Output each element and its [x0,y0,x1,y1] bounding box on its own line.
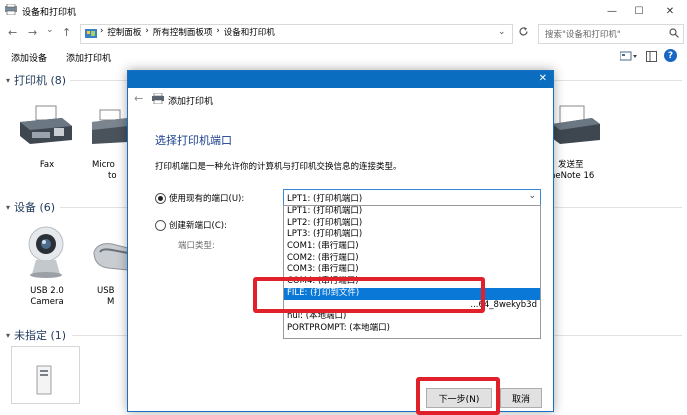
add-printer-dialog: ✕ ← 添加打印机 选择打印机端口 打印机端口是一种允许你的计算机与打印机交换信… [127,70,554,415]
layout-icon[interactable] [646,51,657,65]
add-printer-button[interactable]: 添加打印机 [66,51,111,64]
window-title-bar: 设备和打印机 — ☐ ✕ [0,0,687,22]
collapse-chevron-icon[interactable]: ▾ [6,203,10,212]
command-toolbar: 添加设备 添加打印机 ? [0,46,687,68]
create-new-port-label: 创建新端口(C): [169,221,227,231]
breadcrumb-separator: › [145,26,149,36]
device-label-line: Micro [92,160,115,170]
cancel-button[interactable]: 取消 [500,388,542,408]
dialog-back-icon[interactable]: ← [134,92,143,105]
device-label-line: neNote 16 [550,171,595,181]
usb-device-icon[interactable] [92,238,129,278]
device-label-line: to [108,171,117,181]
device-label-onenote: 发送至 neNote 16 [550,160,594,182]
unspecified-device-tile[interactable] [11,346,80,404]
printer-icon[interactable] [92,104,128,154]
recent-dropdown-icon[interactable]: ⌄ [46,25,54,35]
port-option[interactable]: PORTPROMPT: (本地端口) [284,323,540,335]
device-label-line: Camera [30,297,64,307]
group-divider [72,335,128,336]
group-header-devices[interactable]: ▾ 设备 (6) [6,199,55,215]
device-label-line: M [107,297,115,307]
use-existing-port-label: 使用现有的端口(U): [169,194,245,204]
use-existing-port-radio[interactable]: 使用现有的端口(U): [155,192,244,204]
collapse-chevron-icon[interactable]: ▾ [6,76,10,85]
group-divider [552,335,682,336]
create-new-port-radio[interactable]: 创建新端口(C): [155,219,227,231]
dialog-title: 添加打印机 [168,97,214,107]
breadcrumb-all-items[interactable]: 所有控制面板项 [153,26,213,38]
group-label-unspecified: 未指定 (1) [14,329,67,342]
maximize-button[interactable]: ☐ [624,0,654,22]
port-option[interactable]: COM2: (串行端口) [284,253,540,265]
device-label-fax: Fax [39,160,55,170]
group-label-devices: 设备 (6) [14,201,56,214]
window-title: 设备和打印机 [22,8,77,18]
printer-small-icon [152,92,164,107]
port-option[interactable]: LPT3: (打印机端口) [284,229,540,241]
search-input[interactable]: 搜索"设备和打印机" [545,28,621,40]
address-dropdown-icon[interactable]: ⌄ [498,27,506,37]
computer-tower-icon [36,365,54,398]
highlight-box [253,277,485,313]
port-option[interactable]: LPT2: (打印机端口) [284,218,540,230]
onenote-printer-icon[interactable] [552,104,602,154]
refresh-icon[interactable] [518,26,529,40]
view-options-icon[interactable] [619,51,638,65]
port-type-label: 端口类型: [178,241,215,251]
device-label-line: USB 2.0 [30,286,64,296]
device-label-usb: USB M [97,286,114,308]
port-select[interactable]: LPT1: (打印机端口) ⌄ [283,189,541,206]
dialog-header: ← 添加打印机 [128,88,553,110]
group-divider [60,207,128,208]
collapse-chevron-icon[interactable]: ▾ [6,331,10,340]
group-label-printers: 打印机 (8) [14,74,67,87]
port-dropdown-list: LPT1: (打印机端口) LPT2: (打印机端口) LPT3: (打印机端口… [283,205,541,339]
radio-selected-indicator[interactable] [155,192,166,204]
minimize-button[interactable]: — [597,0,627,22]
port-option[interactable]: LPT1: (打印机端口) [284,206,540,218]
breadcrumb-control-panel[interactable]: 控制面板 [107,26,141,38]
webcam-icon[interactable] [22,224,72,280]
dialog-heading: 选择打印机端口 [155,134,232,147]
fax-printer-icon[interactable] [16,104,76,154]
device-label-line: 发送至 [558,160,584,170]
highlight-box [416,377,500,415]
search-icon[interactable] [669,28,679,41]
control-panel-icon [85,28,97,39]
dialog-close-button[interactable]: ✕ [539,73,547,84]
port-select-value: LPT1: (打印机端口) [287,194,363,204]
add-device-button[interactable]: 添加设备 [11,51,47,64]
port-option[interactable]: COM3: (串行端口) [284,264,540,276]
search-box[interactable]: 搜索"设备和打印机" [538,24,684,44]
radio-unselected-indicator[interactable] [155,219,166,231]
chevron-down-icon[interactable]: ⌄ [528,191,536,201]
group-divider [552,207,682,208]
group-header-printers[interactable]: ▾ 打印机 (8) [6,72,66,88]
group-header-unspecified[interactable]: ▾ 未指定 (1) [6,327,66,343]
port-option[interactable]: COM1: (串行端口) [284,241,540,253]
group-divider [70,80,128,81]
breadcrumb-devices-printers[interactable]: 设备和打印机 [224,26,275,38]
devices-printers-icon [5,3,17,16]
device-label-webcam: USB 2.0 Camera [12,286,82,308]
close-button[interactable]: ✕ [655,0,685,22]
group-divider [552,80,682,81]
device-label-microsoft: Micro to [92,160,117,182]
breadcrumb: › 控制面板 › 所有控制面板项 › 设备和打印机 [100,26,275,38]
back-arrow-icon[interactable]: ← [8,26,17,39]
device-label-line: USB [97,286,115,296]
up-arrow-icon[interactable]: ↑ [62,26,71,39]
dialog-title-bar: ✕ [128,71,553,88]
dialog-description: 打印机端口是一种允许你的计算机与打印机交换信息的连接类型。 [155,162,402,172]
forward-arrow-icon[interactable]: → [28,26,37,39]
help-icon[interactable]: ? [664,49,677,62]
breadcrumb-separator: › [216,26,220,36]
address-row: ← → ⌄ ↑ › 控制面板 › 所有控制面板项 › 设备和打印机 ⌄ 搜索"设… [0,22,687,44]
breadcrumb-separator: › [100,26,104,36]
